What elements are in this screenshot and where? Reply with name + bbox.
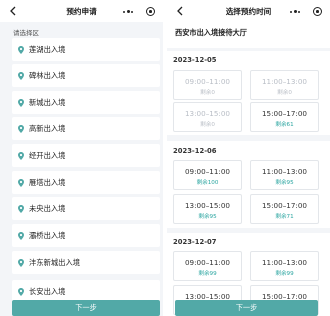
time-slot[interactable]: 09:00–11:00 剩余100	[173, 160, 242, 190]
close-target-icon[interactable]	[146, 7, 155, 16]
time-slot[interactable]: 13:00–15:00 剩余95	[173, 194, 242, 224]
slot-time: 11:00–13:00	[261, 77, 308, 86]
district-label: 经开出入境	[29, 150, 66, 160]
time-slot[interactable]: 09:00–11:00 剩余99	[173, 251, 242, 281]
location-pin-icon	[18, 204, 24, 213]
slot-time: 15:00–17:00	[261, 201, 308, 210]
district-label: 沣东新城出入境	[29, 257, 81, 267]
district-item-baqiao[interactable]: 灞桥出入境	[12, 224, 160, 247]
location-pin-icon	[18, 231, 24, 240]
slot-remaining: 剩余99	[198, 271, 217, 277]
close-target-icon[interactable]	[313, 7, 322, 16]
top-bar: 预约申请	[0, 0, 163, 22]
hall-name: 西安市出入境接待大厅	[167, 22, 330, 48]
slot-remaining: 剩余95	[198, 214, 217, 220]
location-pin-icon	[18, 151, 24, 160]
time-slot[interactable]: 15:00–17:00 剩余71	[250, 194, 319, 224]
back-arrow-icon[interactable]	[9, 6, 17, 16]
district-item-beilin[interactable]: 碑林出入境	[12, 64, 160, 87]
slot-time: 15:00–17:00	[261, 109, 308, 118]
slot-remaining: 剩余99	[275, 271, 294, 277]
date-label: 2023-12-06	[173, 147, 217, 155]
section-label: 请选择区	[13, 29, 39, 37]
district-select-panel: 预约申请 请选择区 莲湖出入境 碑林出入境 新城出入境 高新出入境 经开出入境	[0, 0, 163, 316]
district-item-lianhu[interactable]: 莲湖出入境	[12, 38, 160, 61]
day-block: 2023-12-06 09:00–11:00 剩余100 11:00–13:00…	[167, 141, 330, 228]
slot-time: 13:00–15:00	[184, 109, 231, 118]
back-arrow-icon[interactable]	[176, 6, 184, 16]
district-label: 新城出入境	[29, 97, 66, 107]
top-bar: 选择预约时间	[167, 0, 330, 22]
slot-remaining: 剩余0	[277, 90, 292, 96]
district-item-weiyang[interactable]: 未央出入境	[12, 197, 160, 220]
district-item-xincheng[interactable]: 新城出入境	[12, 91, 160, 114]
district-item-fengdong[interactable]: 沣东新城出入境	[12, 251, 160, 274]
slot-time: 09:00–11:00	[184, 77, 231, 86]
slot-remaining: 剩余61	[275, 122, 294, 128]
slot-remaining: 剩余0	[200, 122, 215, 128]
time-slot[interactable]: 11:00–13:00 剩余99	[250, 251, 319, 281]
location-pin-icon	[18, 124, 24, 133]
slot-time: 11:00–13:00	[261, 258, 308, 267]
time-slot[interactable]: 09:00–11:00 剩余0	[173, 70, 242, 100]
district-label: 灞桥出入境	[29, 230, 66, 240]
date-label: 2023-12-07	[173, 238, 217, 246]
slot-time: 11:00–13:00	[261, 167, 308, 176]
time-slot[interactable]: 11:00–13:00 剩余0	[250, 70, 319, 100]
location-pin-icon	[18, 98, 24, 107]
district-label: 长安出入境	[29, 286, 66, 296]
district-item-jingkai[interactable]: 经开出入境	[12, 144, 160, 167]
more-icon[interactable]	[123, 10, 133, 13]
screenshot-root: 预约申请 请选择区 莲湖出入境 碑林出入境 新城出入境 高新出入境 经开出入境	[0, 0, 330, 316]
miniapp-capsule	[287, 5, 325, 18]
location-pin-icon	[18, 287, 24, 296]
district-label: 碑林出入境	[29, 70, 66, 80]
district-item-yanta[interactable]: 雁塔出入境	[12, 171, 160, 194]
district-item-gaoxin[interactable]: 高新出入境	[12, 117, 160, 140]
slot-time: 09:00–11:00	[184, 167, 231, 176]
slot-time: 09:00–11:00	[184, 258, 231, 267]
day-block: 2023-12-05 09:00–11:00 剩余0 11:00–13:00 剩…	[167, 51, 330, 135]
slot-remaining: 剩余100	[196, 180, 219, 186]
time-slot[interactable]: 15:00–17:00 剩余61	[250, 102, 319, 132]
district-label: 雁塔出入境	[29, 177, 66, 187]
location-pin-icon	[18, 258, 24, 267]
next-step-button[interactable]: 下一步	[175, 300, 318, 316]
time-select-panel: 选择预约时间 西安市出入境接待大厅 2023-12-05 09:00–11:00…	[167, 0, 330, 316]
location-pin-icon	[18, 178, 24, 187]
more-icon[interactable]	[290, 10, 300, 13]
location-pin-icon	[18, 45, 24, 54]
district-label: 莲湖出入境	[29, 44, 66, 54]
next-step-button[interactable]: 下一步	[12, 300, 160, 316]
location-pin-icon	[18, 71, 24, 80]
district-label: 高新出入境	[29, 123, 66, 133]
date-label: 2023-12-05	[173, 56, 217, 64]
miniapp-capsule	[120, 5, 158, 18]
slot-remaining: 剩余0	[200, 90, 215, 96]
time-slot[interactable]: 11:00–13:00 剩余95	[250, 160, 319, 190]
slot-remaining: 剩余71	[275, 214, 294, 220]
slot-remaining: 剩余95	[275, 180, 294, 186]
slot-time: 13:00–15:00	[184, 201, 231, 210]
district-label: 未央出入境	[29, 203, 66, 213]
time-slot[interactable]: 13:00–15:00 剩余0	[173, 102, 242, 132]
